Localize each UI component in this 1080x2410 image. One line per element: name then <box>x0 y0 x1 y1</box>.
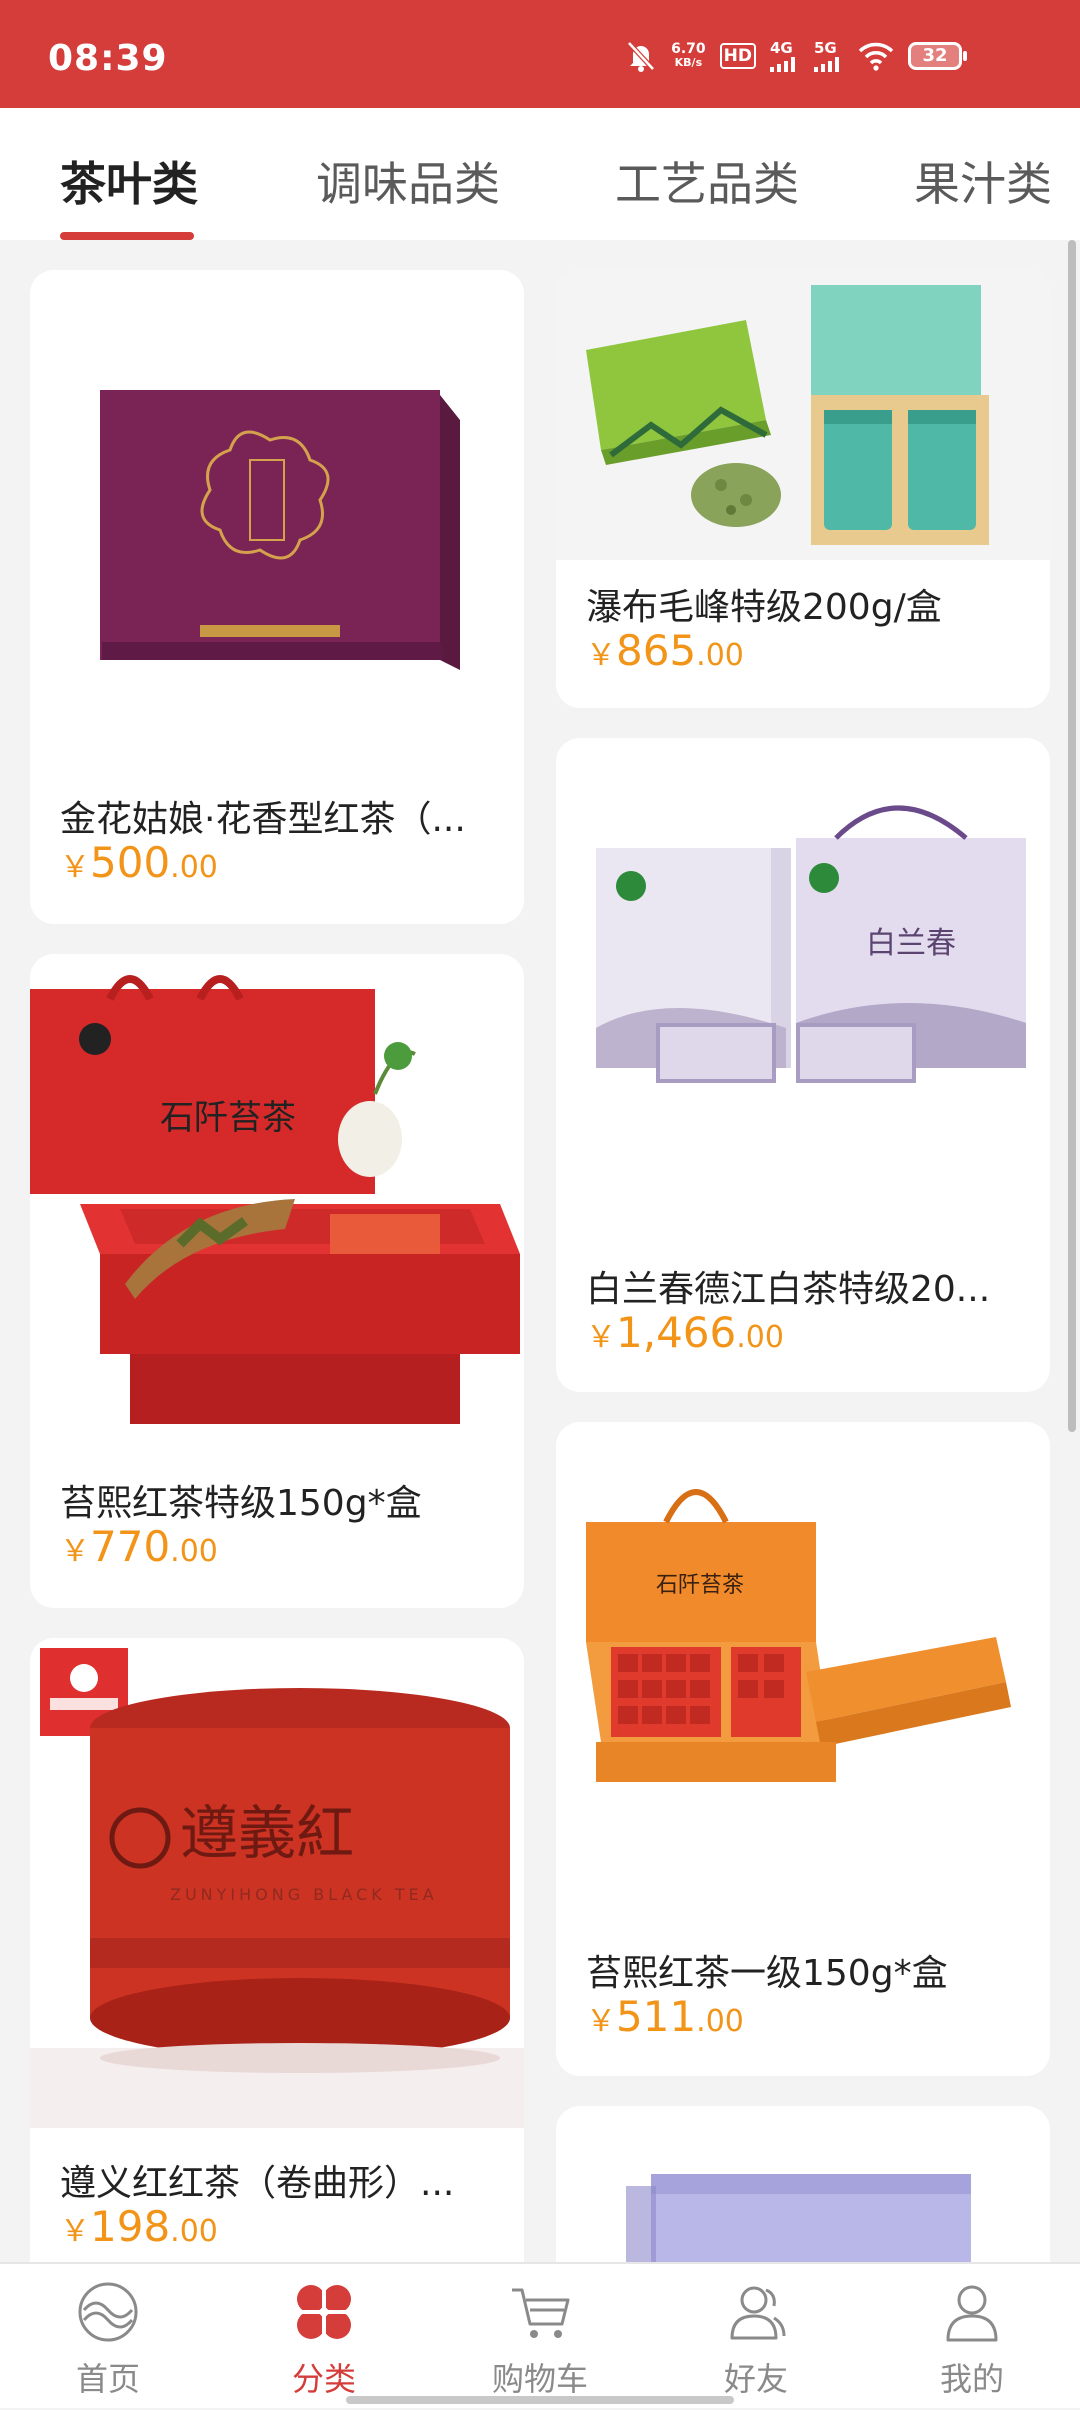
nav-category[interactable]: 分类 <box>216 2264 432 2410</box>
nav-category-label: 分类 <box>291 2360 356 2398</box>
signal-4g-icon: 4G <box>770 40 800 72</box>
tab-crafts[interactable]: 工艺品类 <box>615 148 799 214</box>
tab-tea[interactable]: 茶叶类 <box>60 148 198 214</box>
nav-friends-label: 好友 <box>723 2360 788 2398</box>
product-title: 白兰春德江白茶特级20... <box>586 1269 991 1310</box>
battery-icon: 32 <box>908 42 967 70</box>
wifi-icon <box>858 42 894 71</box>
scrollbar[interactable] <box>1068 240 1076 1432</box>
tab-seasoning[interactable]: 调味品类 <box>316 148 500 214</box>
svg-text:石阡苔茶: 石阡苔茶 <box>656 1573 744 1598</box>
status-icons: 6.70 KB/s HD 4G 5G 32 <box>625 36 967 76</box>
friends-icon <box>730 2286 786 2340</box>
product-image-lavender-gift-bag <box>556 2106 1050 2262</box>
mute-bell-icon <box>627 41 655 72</box>
product-price: ￥511.00 <box>586 1992 744 2041</box>
product-price: ￥770.00 <box>60 1522 218 1571</box>
product-image-orange-tea-box: 石阡苔茶 <box>556 1422 1050 1912</box>
product-card[interactable]: 白兰春 白兰春德江白茶特级20... ￥1,466.00 <box>556 738 1050 1392</box>
nav-home-label: 首页 <box>75 2360 140 2398</box>
product-card[interactable]: 瀑布毛峰特级200g/盒 ￥865.00 <box>556 270 1050 708</box>
product-card[interactable] <box>556 2106 1050 2262</box>
svg-text:白兰春: 白兰春 <box>866 926 956 961</box>
nav-cart[interactable]: 购物车 <box>432 2264 648 2410</box>
category-tabs: 茶叶类 调味品类 工艺品类 果汁类 <box>0 108 1080 240</box>
svg-text:遵義紅: 遵義紅 <box>180 1799 354 1867</box>
home-indicator[interactable] <box>346 2396 734 2404</box>
bottom-navigation: 首页 分类 购物车 好友 我的 <box>0 2262 1080 2408</box>
nav-home[interactable]: 首页 <box>0 2264 216 2410</box>
hd-badge: HD <box>719 43 756 69</box>
status-bar: 08:39 6.70 KB/s HD 4G 5G 32 <box>0 0 1080 108</box>
product-image-white-tea-bags: 白兰春 <box>556 738 1050 1228</box>
svg-text:石阡苔茶: 石阡苔茶 <box>160 1098 296 1138</box>
product-card[interactable]: 石阡苔茶 苔熙红茶一级150g*盒 ￥511.00 <box>556 1422 1050 2076</box>
product-price: ￥198.00 <box>60 2202 218 2251</box>
product-price: ￥1,466.00 <box>586 1308 784 1357</box>
status-time: 08:39 <box>48 38 168 79</box>
product-card[interactable]: 遵義紅 ZUNYIHONG BLACK TEA 遵义红红茶（卷曲形）... ￥1… <box>30 1638 524 2262</box>
product-title: 苔熙红茶一级150g*盒 <box>586 1953 948 1994</box>
profile-icon <box>946 2285 998 2342</box>
product-title: 瀑布毛峰特级200g/盒 <box>586 587 942 628</box>
product-image-red-tea-gift-box: 石阡苔茶 <box>30 954 524 1444</box>
tab-juice[interactable]: 果汁类 <box>914 148 1052 214</box>
product-price: ￥500.00 <box>60 838 218 887</box>
product-grid: 金花姑娘·花香型红茶（... ￥500.00 瀑布毛峰特级200g/盒 ￥865… <box>0 240 1080 2262</box>
product-image-green-tea-box-set <box>556 270 1050 560</box>
cart-icon <box>512 2288 570 2338</box>
nav-profile-label: 我的 <box>939 2360 1004 2398</box>
home-wave-icon <box>78 2282 138 2342</box>
nav-friends[interactable]: 好友 <box>648 2264 864 2410</box>
nav-cart-label: 购物车 <box>491 2360 588 2398</box>
product-title: 苔熙红茶特级150g*盒 <box>60 1483 422 1524</box>
product-image-purple-gift-box <box>30 270 524 760</box>
signal-5g-icon: 5G <box>814 40 844 72</box>
active-tab-indicator <box>60 232 194 240</box>
svg-text:ZUNYIHONG BLACK TEA: ZUNYIHONG BLACK TEA <box>170 1885 438 1904</box>
product-title: 遵义红红茶（卷曲形）... <box>60 2163 455 2204</box>
product-title: 金花姑娘·花香型红茶（... <box>60 799 466 840</box>
net-speed: 6.70 KB/s <box>671 41 706 69</box>
product-price: ￥865.00 <box>586 626 744 675</box>
category-petals-icon <box>294 2282 354 2342</box>
nav-profile[interactable]: 我的 <box>864 2264 1080 2410</box>
product-card[interactable]: 金花姑娘·花香型红茶（... ￥500.00 <box>30 270 524 924</box>
product-card[interactable]: 石阡苔茶 苔熙红茶特级150g*盒 ￥770.00 <box>30 954 524 1608</box>
product-image-red-tea-tin: 遵義紅 ZUNYIHONG BLACK TEA <box>30 1638 524 2128</box>
